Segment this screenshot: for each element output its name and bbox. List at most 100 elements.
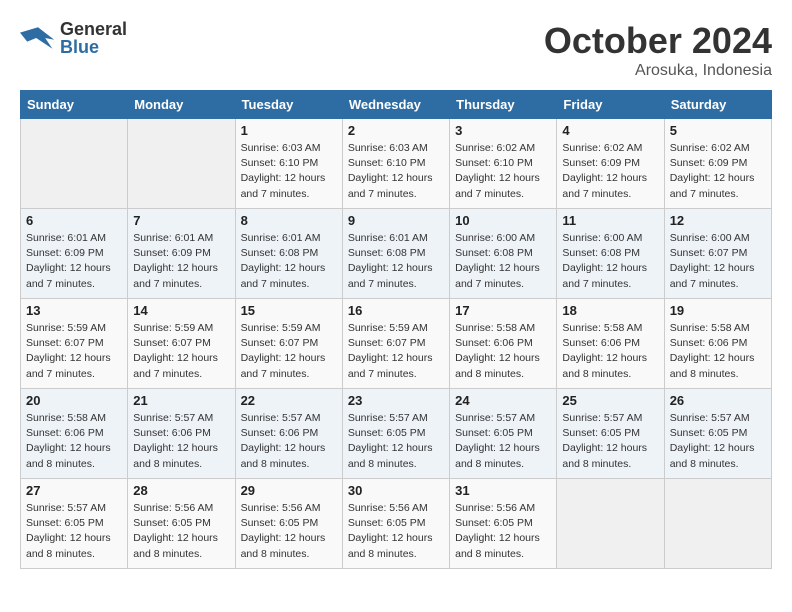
weekday-header-tuesday: Tuesday: [235, 91, 342, 119]
day-number: 17: [455, 303, 551, 318]
day-info: Sunrise: 6:02 AM Sunset: 6:09 PM Dayligh…: [562, 141, 658, 202]
day-number: 4: [562, 123, 658, 138]
weekday-header-wednesday: Wednesday: [342, 91, 449, 119]
day-cell: 18 Sunrise: 5:58 AM Sunset: 6:06 PM Dayli…: [557, 299, 664, 389]
day-cell: 17 Sunrise: 5:58 AM Sunset: 6:06 PM Dayli…: [450, 299, 557, 389]
day-info: Sunrise: 5:57 AM Sunset: 6:06 PM Dayligh…: [133, 411, 229, 472]
day-info: Sunrise: 5:58 AM Sunset: 6:06 PM Dayligh…: [562, 321, 658, 382]
day-cell: 28Sunrise: 5:56 AM Sunset: 6:05 PM Dayli…: [128, 479, 235, 569]
day-cell: 6 Sunrise: 6:01 AM Sunset: 6:09 PM Daylig…: [21, 209, 128, 299]
day-cell: 2 Sunrise: 6:03 AM Sunset: 6:10 PM Daylig…: [342, 119, 449, 209]
day-info: Sunrise: 6:01 AM Sunset: 6:09 PM Dayligh…: [26, 231, 122, 292]
day-cell: 15 Sunrise: 5:59 AM Sunset: 6:07 PM Dayli…: [235, 299, 342, 389]
day-number: 29: [241, 483, 337, 498]
day-number: 30: [348, 483, 444, 498]
day-info: Sunrise: 6:01 AM Sunset: 6:09 PM Dayligh…: [133, 231, 229, 292]
day-info: Sunrise: 6:02 AM Sunset: 6:10 PM Dayligh…: [455, 141, 551, 202]
day-info: Sunrise: 5:57 AM Sunset: 6:05 PM Dayligh…: [455, 411, 551, 472]
day-info: Sunrise: 5:58 AM Sunset: 6:06 PM Dayligh…: [26, 411, 122, 472]
day-info: Sunrise: 5:59 AM Sunset: 6:07 PM Dayligh…: [133, 321, 229, 382]
day-number: 11: [562, 213, 658, 228]
day-cell: 21 Sunrise: 5:57 AM Sunset: 6:06 PM Dayli…: [128, 389, 235, 479]
day-number: 6: [26, 213, 122, 228]
day-number: 21: [133, 393, 229, 408]
day-cell: 29 Sunrise: 5:56 AM Sunset: 6:05 PM Dayli…: [235, 479, 342, 569]
day-info: Sunrise: 5:57 AM Sunset: 6:05 PM Dayligh…: [670, 411, 766, 472]
day-info: Sunrise: 6:00 AM Sunset: 6:07 PM Dayligh…: [670, 231, 766, 292]
day-info: Sunrise: 5:57 AM Sunset: 6:05 PM Dayligh…: [348, 411, 444, 472]
day-number: 25: [562, 393, 658, 408]
day-number: 7: [133, 213, 229, 228]
day-number: 15: [241, 303, 337, 318]
day-cell: [21, 119, 128, 209]
weekday-header-monday: Monday: [128, 91, 235, 119]
day-cell: 25 Sunrise: 5:57 AM Sunset: 6:05 PM Dayli…: [557, 389, 664, 479]
day-number: 18: [562, 303, 658, 318]
day-number: 12: [670, 213, 766, 228]
day-number: 2: [348, 123, 444, 138]
day-info: Sunrise: 6:01 AM Sunset: 6:08 PM Dayligh…: [241, 231, 337, 292]
weekday-header-sunday: Sunday: [21, 91, 128, 119]
day-cell: 19Sunrise: 5:58 AM Sunset: 6:06 PM Dayli…: [664, 299, 771, 389]
day-info: Sunrise: 6:02 AM Sunset: 6:09 PM Dayligh…: [670, 141, 766, 202]
weekday-header-thursday: Thursday: [450, 91, 557, 119]
day-info: Sunrise: 5:59 AM Sunset: 6:07 PM Dayligh…: [241, 321, 337, 382]
day-number: 3: [455, 123, 551, 138]
week-row-5: 27Sunrise: 5:57 AM Sunset: 6:05 PM Dayli…: [21, 479, 772, 569]
weekday-header-row: SundayMondayTuesdayWednesdayThursdayFrid…: [21, 91, 772, 119]
location: Arosuka, Indonesia: [544, 62, 772, 80]
day-info: Sunrise: 5:57 AM Sunset: 6:05 PM Dayligh…: [562, 411, 658, 472]
day-number: 1: [241, 123, 337, 138]
day-cell: 10 Sunrise: 6:00 AM Sunset: 6:08 PM Dayli…: [450, 209, 557, 299]
day-info: Sunrise: 6:00 AM Sunset: 6:08 PM Dayligh…: [562, 231, 658, 292]
title-block: October 2024 Arosuka, Indonesia: [544, 20, 772, 80]
day-cell: 5 Sunrise: 6:02 AM Sunset: 6:09 PM Daylig…: [664, 119, 771, 209]
day-info: Sunrise: 5:57 AM Sunset: 6:05 PM Dayligh…: [26, 501, 122, 562]
day-info: Sunrise: 6:00 AM Sunset: 6:08 PM Dayligh…: [455, 231, 551, 292]
day-info: Sunrise: 5:56 AM Sunset: 6:05 PM Dayligh…: [348, 501, 444, 562]
day-info: Sunrise: 5:56 AM Sunset: 6:05 PM Dayligh…: [455, 501, 551, 562]
day-cell: 30 Sunrise: 5:56 AM Sunset: 6:05 PM Dayli…: [342, 479, 449, 569]
day-info: Sunrise: 5:56 AM Sunset: 6:05 PM Dayligh…: [133, 501, 229, 562]
day-info: Sunrise: 5:57 AM Sunset: 6:06 PM Dayligh…: [241, 411, 337, 472]
day-number: 13: [26, 303, 122, 318]
weekday-header-friday: Friday: [557, 91, 664, 119]
day-cell: 14 Sunrise: 5:59 AM Sunset: 6:07 PM Dayli…: [128, 299, 235, 389]
day-number: 16: [348, 303, 444, 318]
day-cell: 16Sunrise: 5:59 AM Sunset: 6:07 PM Dayli…: [342, 299, 449, 389]
day-cell: 20 Sunrise: 5:58 AM Sunset: 6:06 PM Dayli…: [21, 389, 128, 479]
page-header: General Blue October 2024 Arosuka, Indon…: [20, 20, 772, 80]
day-number: 10: [455, 213, 551, 228]
day-cell: [128, 119, 235, 209]
day-cell: 11 Sunrise: 6:00 AM Sunset: 6:08 PM Dayli…: [557, 209, 664, 299]
day-info: Sunrise: 5:58 AM Sunset: 6:06 PM Dayligh…: [455, 321, 551, 382]
day-cell: 22 Sunrise: 5:57 AM Sunset: 6:06 PM Dayli…: [235, 389, 342, 479]
logo: General Blue: [20, 20, 127, 56]
day-cell: 26Sunrise: 5:57 AM Sunset: 6:05 PM Dayli…: [664, 389, 771, 479]
day-info: Sunrise: 6:03 AM Sunset: 6:10 PM Dayligh…: [241, 141, 337, 202]
day-cell: 23Sunrise: 5:57 AM Sunset: 6:05 PM Dayli…: [342, 389, 449, 479]
day-cell: 27Sunrise: 5:57 AM Sunset: 6:05 PM Dayli…: [21, 479, 128, 569]
day-number: 22: [241, 393, 337, 408]
week-row-4: 20 Sunrise: 5:58 AM Sunset: 6:06 PM Dayli…: [21, 389, 772, 479]
day-number: 5: [670, 123, 766, 138]
day-number: 24: [455, 393, 551, 408]
day-cell: 8 Sunrise: 6:01 AM Sunset: 6:08 PM Daylig…: [235, 209, 342, 299]
day-cell: 4 Sunrise: 6:02 AM Sunset: 6:09 PM Daylig…: [557, 119, 664, 209]
day-number: 14: [133, 303, 229, 318]
day-cell: 7 Sunrise: 6:01 AM Sunset: 6:09 PM Daylig…: [128, 209, 235, 299]
day-cell: [664, 479, 771, 569]
logo-text: General Blue: [60, 20, 127, 56]
week-row-3: 13 Sunrise: 5:59 AM Sunset: 6:07 PM Dayli…: [21, 299, 772, 389]
day-number: 19: [670, 303, 766, 318]
day-info: Sunrise: 5:56 AM Sunset: 6:05 PM Dayligh…: [241, 501, 337, 562]
day-info: Sunrise: 6:03 AM Sunset: 6:10 PM Dayligh…: [348, 141, 444, 202]
day-number: 8: [241, 213, 337, 228]
day-number: 9: [348, 213, 444, 228]
day-number: 20: [26, 393, 122, 408]
day-info: Sunrise: 6:01 AM Sunset: 6:08 PM Dayligh…: [348, 231, 444, 292]
day-cell: 31Sunrise: 5:56 AM Sunset: 6:05 PM Dayli…: [450, 479, 557, 569]
logo-icon: [20, 23, 56, 53]
day-info: Sunrise: 5:59 AM Sunset: 6:07 PM Dayligh…: [26, 321, 122, 382]
day-cell: 9 Sunrise: 6:01 AM Sunset: 6:08 PM Daylig…: [342, 209, 449, 299]
